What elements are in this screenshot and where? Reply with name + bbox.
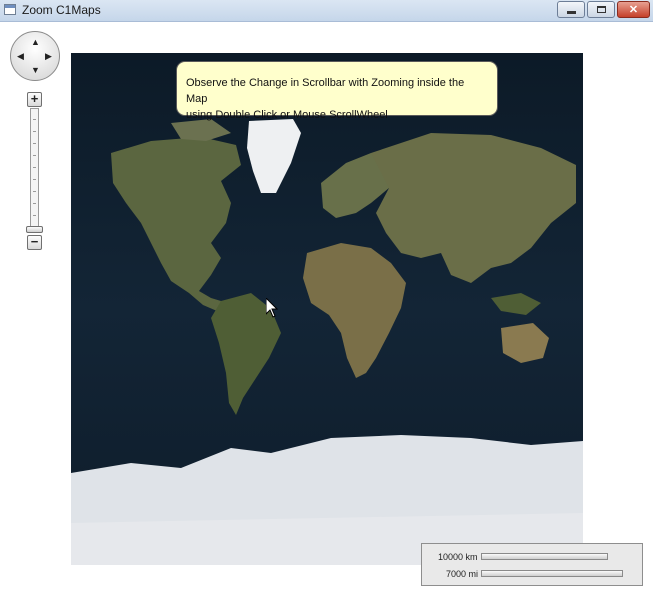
scale-metric-bar — [481, 553, 608, 560]
zoom-out-button[interactable]: − — [27, 235, 42, 250]
scale-imperial-bar — [481, 570, 623, 577]
maximize-button[interactable] — [587, 1, 615, 18]
scale-metric-label: 10000 km — [438, 552, 478, 562]
pan-right-icon[interactable]: ▶ — [45, 52, 52, 61]
scale-imperial-label: 7000 mi — [446, 569, 479, 579]
pan-left-icon[interactable]: ◀ — [17, 52, 24, 61]
tooltip-line-2: using Double Click or Mouse ScrollWheel — [186, 109, 388, 121]
tooltip-line-1: Observe the Change in Scrollbar with Zoo… — [186, 77, 465, 105]
world-map[interactable] — [71, 53, 583, 565]
window-title: Zoom C1Maps — [22, 3, 101, 17]
close-button[interactable]: ✕ — [617, 1, 650, 18]
pan-down-icon[interactable]: ▼ — [31, 66, 40, 75]
zoom-slider-thumb[interactable] — [26, 226, 43, 233]
minimize-button[interactable] — [557, 1, 585, 18]
zoom-in-button[interactable]: + — [27, 92, 42, 107]
pan-control[interactable]: ▲ ▼ ◀ ▶ — [10, 31, 60, 81]
minimize-icon — [566, 10, 576, 14]
close-icon: ✕ — [628, 4, 639, 16]
map-scale-legend: 10000 km 7000 mi — [421, 543, 643, 586]
app-window-icon — [4, 4, 16, 15]
title-bar: Zoom C1Maps ✕ — [0, 0, 653, 22]
pan-up-icon[interactable]: ▲ — [31, 38, 40, 47]
maximize-icon — [596, 6, 606, 13]
zoom-hint-tooltip: Observe the Change in Scrollbar with Zoo… — [176, 61, 498, 121]
zoom-slider-track[interactable] — [30, 108, 39, 232]
map-imagery — [71, 53, 583, 565]
mouse-pointer-icon — [266, 298, 278, 318]
